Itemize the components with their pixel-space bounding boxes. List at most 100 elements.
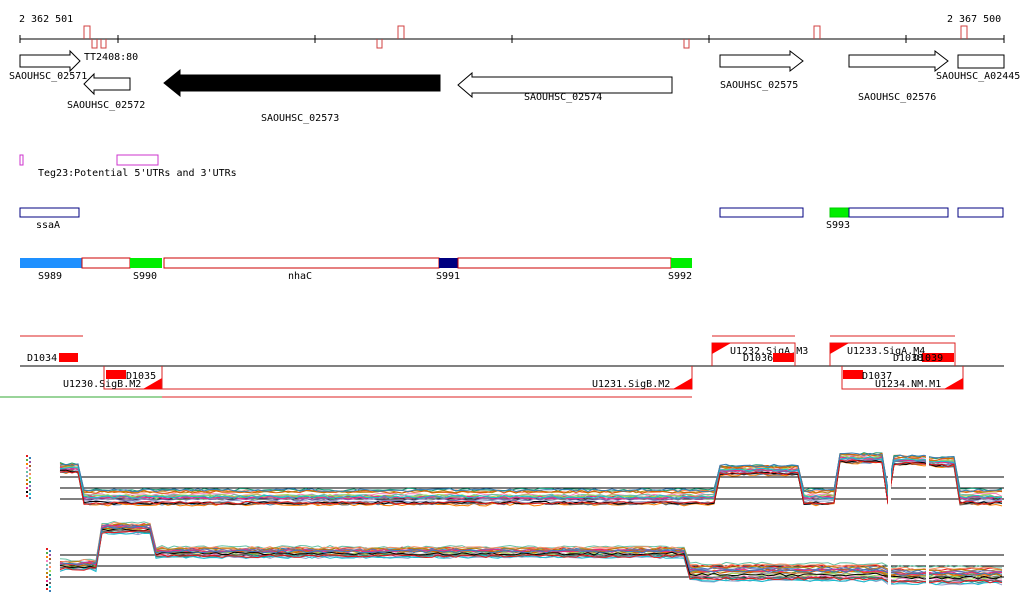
segment-gap (81, 257, 131, 269)
sample-legend-swatch (49, 550, 51, 552)
feature-label: D1039 (913, 353, 943, 364)
expression-profiles (59, 520, 1003, 586)
utr-feature[interactable] (19, 154, 24, 166)
segment-s990[interactable] (130, 258, 162, 268)
feature-track: D1034 D1035 U1230.SigB.M2 U1231.SigB.M2 … (0, 335, 1004, 398)
sample-legend-swatch (26, 467, 28, 469)
ssa-feature[interactable] (719, 207, 804, 218)
gene-saouhsc-02571[interactable]: SAOUHSC_02571 (9, 49, 87, 82)
sample-legend-swatch (49, 586, 51, 588)
feature-label: U1231.SigB.M2 (592, 379, 670, 390)
sample-profile-line (59, 520, 1003, 569)
feature-label: D1036 (743, 353, 773, 364)
sample-legend-swatch (49, 582, 51, 584)
segment-label: S989 (38, 271, 62, 282)
sample-legend-swatch (29, 477, 31, 479)
expression-profiles (59, 452, 1003, 507)
gene-track: SAOUHSC_02571 SAOUHSC_02572 SAOUHSC_0257… (9, 49, 1020, 124)
segment-gap (457, 257, 672, 269)
sample-legend-swatch (46, 560, 48, 562)
gene-label: SAOUHSC_A02445 (936, 71, 1020, 82)
segment-nhac[interactable] (163, 257, 440, 269)
sample-legend-swatch (46, 568, 48, 570)
sample-profile-line (59, 453, 1003, 494)
gene-saouhsc-02574[interactable]: SAOUHSC_02574 (457, 71, 673, 103)
promoter-arrow (712, 343, 731, 354)
sample-color-legend (26, 455, 31, 499)
sample-legend-swatch (26, 479, 28, 481)
genome-browser-track-view: 2 362 501 2 367 500 TT2408:80 SAOUHSC_02… (0, 14, 1020, 597)
sample-legend-swatch (29, 469, 31, 471)
utr-track: Teg23:Potential 5'UTRs and 3'UTRs (19, 154, 237, 179)
ssa-feature[interactable] (957, 207, 1004, 218)
ssa-label: ssaA (36, 220, 60, 231)
sample-legend-swatch (26, 483, 28, 485)
feature-label: U1234.NM.M1 (875, 379, 941, 390)
sample-legend-swatch (26, 475, 28, 477)
sample-legend-swatch (29, 497, 31, 499)
sample-legend-swatch (26, 471, 28, 473)
sample-legend-swatch (29, 481, 31, 483)
sample-legend-swatch (26, 495, 28, 497)
feature-d1034[interactable] (59, 353, 78, 362)
ssa-feature[interactable] (19, 207, 80, 218)
sample-legend-swatch (46, 548, 48, 550)
gene-saouhsc-02575[interactable]: SAOUHSC_02575 (719, 49, 804, 91)
data-gap (888, 522, 891, 597)
sample-legend-swatch (49, 562, 51, 564)
sample-legend-swatch (46, 564, 48, 566)
sample-legend-swatch (29, 461, 31, 463)
sample-legend-swatch (26, 487, 28, 489)
sample-legend-swatch (29, 465, 31, 467)
sample-legend-swatch (49, 570, 51, 572)
gene-label: SAOUHSC_02576 (858, 92, 936, 103)
gene-saouhsc-02576[interactable]: SAOUHSC_02576 (848, 49, 949, 103)
sample-legend-swatch (46, 556, 48, 558)
feature-d1037[interactable] (843, 370, 863, 379)
sample-legend-swatch (29, 457, 31, 459)
sample-legend-swatch (49, 578, 51, 580)
gene-label: SAOUHSC_02573 (261, 113, 339, 124)
sample-legend-swatch (26, 491, 28, 493)
sample-legend-swatch (26, 455, 28, 457)
data-gap (888, 448, 891, 518)
sample-legend-swatch (49, 558, 51, 560)
sample-legend-swatch (29, 489, 31, 491)
ssa-feature[interactable] (848, 207, 949, 218)
sample-legend-swatch (29, 473, 31, 475)
sample-legend-swatch (26, 463, 28, 465)
gene-saouhsc-02573[interactable]: SAOUHSC_02573 (163, 68, 441, 124)
promoter-arrow (944, 378, 963, 389)
gene-label: SAOUHSC_02575 (720, 80, 798, 91)
gene-label: SAOUHSC_02572 (67, 100, 145, 111)
utr-feature[interactable] (116, 154, 159, 166)
sample-legend-swatch (29, 493, 31, 495)
feature-d1035[interactable] (106, 370, 126, 379)
feature-label: U1230.SigB.M2 (63, 379, 141, 390)
gene-label: SAOUHSC_02571 (9, 71, 87, 82)
data-gap (926, 448, 929, 518)
segment-label: S993 (826, 220, 850, 231)
promoter-arrow (673, 378, 692, 389)
segment-s992[interactable] (671, 258, 692, 268)
ssa-track: ssaA S993 (19, 207, 1004, 231)
sample-legend-swatch (49, 590, 51, 592)
sample-legend-swatch (46, 576, 48, 578)
gene-saouhsc-a02445[interactable]: SAOUHSC_A02445 (936, 54, 1020, 82)
sample-legend-swatch (49, 566, 51, 568)
data-gap (926, 522, 929, 597)
segment-s991[interactable] (439, 258, 458, 268)
segment-label: S991 (436, 271, 460, 282)
sample-legend-swatch (46, 572, 48, 574)
segment-label: nhaC (288, 271, 312, 282)
ruler-start-label: 2 362 501 (19, 14, 73, 25)
sample-legend-swatch (29, 485, 31, 487)
segment-label: S992 (668, 271, 692, 282)
segment-s993[interactable] (829, 207, 850, 218)
sample-legend-swatch (46, 588, 48, 590)
sample-legend-swatch (26, 459, 28, 461)
feature-d1036[interactable] (773, 353, 794, 362)
segment-s989[interactable] (20, 258, 82, 268)
terminator-label: TT2408:80 (84, 52, 138, 63)
sample-color-legend (46, 548, 51, 592)
